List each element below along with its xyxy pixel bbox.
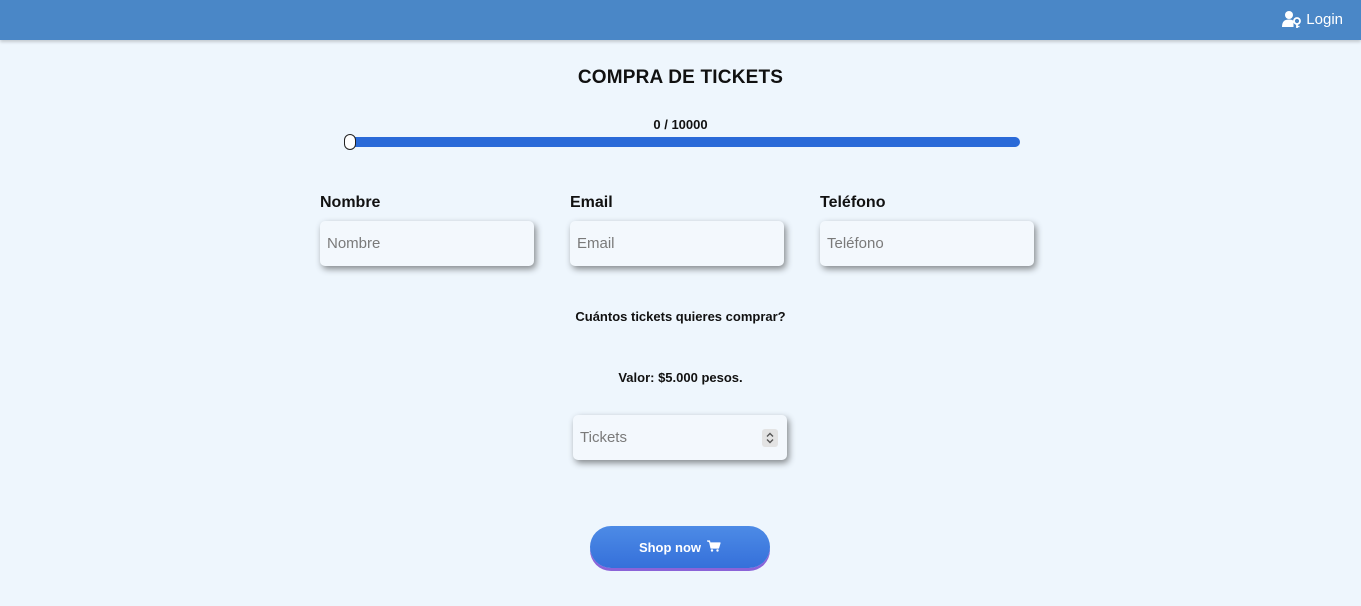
spinner-arrows-icon[interactable] xyxy=(762,429,778,447)
phone-label: Teléfono xyxy=(820,194,886,211)
tickets-input[interactable] xyxy=(573,415,757,460)
top-bar: Login xyxy=(0,0,1361,40)
user-key-icon xyxy=(1282,10,1302,28)
slider-thumb[interactable] xyxy=(344,134,356,150)
slider-track xyxy=(344,137,1020,147)
tickets-question: Cuántos tickets quieres comprar? xyxy=(575,309,786,324)
name-field[interactable] xyxy=(320,221,534,266)
email-field[interactable] xyxy=(570,221,784,266)
tickets-progress-slider[interactable] xyxy=(344,134,1020,150)
page-title: COMPRA DE TICKETS xyxy=(577,67,784,88)
ticket-price: Valor: $5.000 pesos. xyxy=(618,370,743,385)
phone-field[interactable] xyxy=(820,221,1034,266)
login-link[interactable]: Login xyxy=(1282,10,1343,28)
name-label: Nombre xyxy=(320,194,381,211)
email-label: Email xyxy=(570,194,613,211)
shop-now-label: Shop now xyxy=(638,539,702,555)
cart-icon xyxy=(707,539,721,555)
ticket-counter: 0 / 10000 xyxy=(653,117,708,132)
shop-now-button[interactable]: Shop now xyxy=(590,526,770,568)
tickets-quantity-stepper xyxy=(573,415,787,460)
login-label: Login xyxy=(1306,10,1343,28)
